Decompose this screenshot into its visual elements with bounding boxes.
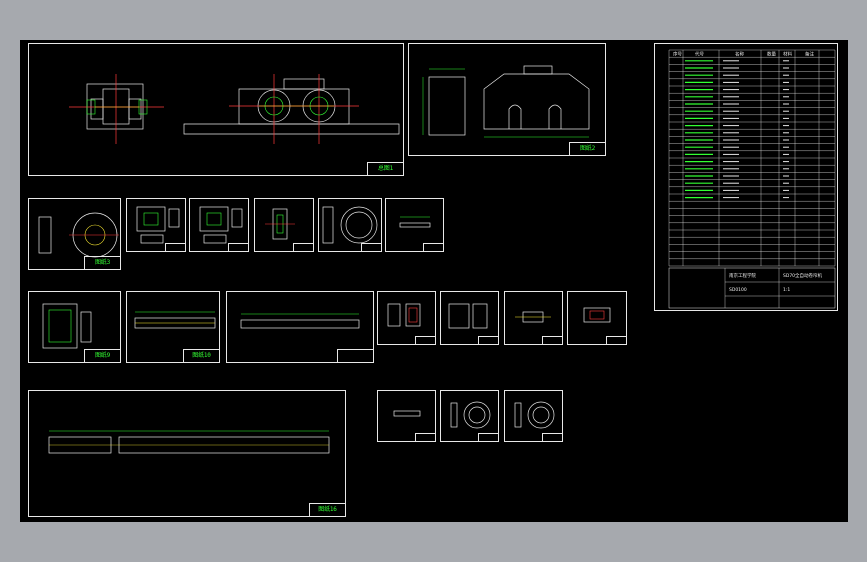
sheet-8[interactable] <box>385 198 444 252</box>
title-block-school: 南京工程学院 <box>729 272 756 279</box>
sheet-4[interactable] <box>126 198 186 252</box>
sheet-tag <box>337 349 373 362</box>
parts-list-header-cell: 代号 <box>695 51 704 58</box>
sheet-tag <box>228 243 248 251</box>
sheet-tag <box>415 433 435 441</box>
sheet-tag: 图纸10 <box>183 349 219 362</box>
housing-drawing <box>422 65 590 138</box>
sheet-3[interactable]: 图纸3 <box>28 198 121 270</box>
sheet-tag <box>478 336 498 344</box>
frame-drawing <box>48 430 330 454</box>
sheet-18[interactable] <box>440 390 499 442</box>
sheet-tag <box>478 433 498 441</box>
sheet-tag <box>415 336 435 344</box>
sheet-tag: 图纸3 <box>84 256 120 269</box>
sheet-7[interactable] <box>318 198 382 252</box>
sheet-6[interactable] <box>254 198 314 252</box>
sheet-housing[interactable]: 图纸2 <box>408 43 606 156</box>
title-block-project: SD70全自动卷帘机 <box>783 272 823 279</box>
sheet-9[interactable]: 图纸9 <box>28 291 121 363</box>
parts-list-header-cell: 数量 <box>767 51 776 58</box>
sheet-11[interactable] <box>226 291 374 363</box>
sheet-16[interactable]: 图纸16 <box>28 390 346 517</box>
sheet-tag <box>423 243 443 251</box>
sheet-tag <box>293 243 313 251</box>
sheet-13[interactable] <box>440 291 499 345</box>
parts-list-header-cell: 序号 <box>673 51 682 58</box>
sheet-tag: 图纸2 <box>569 142 605 155</box>
parts-list-grid: 序号 代号 名称 数量 材料 备注南京工程学院 SD70全自动卷帘机 SD0100 1:1 <box>668 49 836 309</box>
sheet-10[interactable]: 图纸10 <box>126 291 220 363</box>
title-block-scale: 1:1 <box>783 287 790 293</box>
sheet-12[interactable] <box>377 291 436 345</box>
sheet-tag <box>165 243 185 251</box>
sheet-tag: 图纸16 <box>309 503 345 516</box>
sheet-tag <box>542 336 562 344</box>
parts-list-header-cell: 备注 <box>805 51 814 58</box>
parts-list-header-cell: 名称 <box>735 51 744 58</box>
sheet-tag <box>606 336 626 344</box>
sheet-tag <box>542 433 562 441</box>
main-assembly-drawing <box>69 74 400 144</box>
sheet-17[interactable] <box>377 390 436 442</box>
title-block-drawing-no: SD0100 <box>729 287 747 293</box>
sheet-tag <box>361 243 381 251</box>
sheet-5[interactable] <box>189 198 249 252</box>
sheet-main-assembly[interactable]: 总图1 <box>28 43 404 176</box>
sheet-tag: 总图1 <box>367 162 403 175</box>
parts-list-table[interactable]: 序号 代号 名称 数量 材料 备注南京工程学院 SD70全自动卷帘机 SD0100 1:1 <box>654 43 838 311</box>
parts-list-header-cell: 材料 <box>783 51 792 58</box>
sheet-19[interactable] <box>504 390 563 442</box>
sheet-tag: 图纸9 <box>84 349 120 362</box>
sheet-15[interactable] <box>567 291 627 345</box>
sheet-14[interactable] <box>504 291 563 345</box>
